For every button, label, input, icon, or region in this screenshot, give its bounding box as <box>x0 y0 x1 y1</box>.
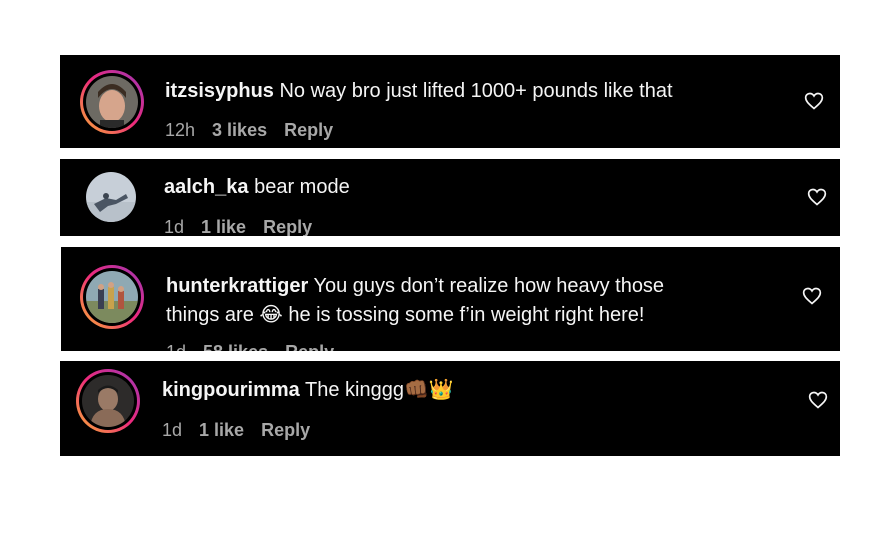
heart-outline-icon[interactable] <box>807 187 827 207</box>
comment-username[interactable]: hunterkrattiger <box>166 275 308 297</box>
reply-button[interactable]: Reply <box>285 342 334 351</box>
comment-time: 1d <box>162 420 183 440</box>
comment-text: No way bro just lifted 1000+ pounds like… <box>279 80 673 102</box>
comment-card: aalch_ka bear mode 1d 1 like Reply <box>60 159 840 236</box>
avatar[interactable] <box>86 172 136 222</box>
avatar[interactable] <box>80 265 144 329</box>
comment-text: The kinggg👊🏾👑 <box>305 379 454 401</box>
comment-likes[interactable]: 1 like <box>199 420 244 440</box>
comment-text-line2: things are 😂 he is tossing some f’in wei… <box>166 304 645 326</box>
comment-username[interactable]: aalch_ka <box>164 176 249 198</box>
comment-time: 12h <box>165 120 196 140</box>
reply-button[interactable]: Reply <box>284 120 333 140</box>
comment-likes[interactable]: 58 likes <box>203 342 268 351</box>
reply-button[interactable]: Reply <box>263 217 312 236</box>
comment-text: bear mode <box>254 176 350 198</box>
comment-likes[interactable]: 3 likes <box>212 120 267 140</box>
comment-username[interactable]: itzsisyphus <box>165 80 274 102</box>
heart-outline-icon[interactable] <box>802 286 822 306</box>
comment-username[interactable]: kingpourimma <box>162 379 300 401</box>
comment-card: itzsisyphus No way bro just lifted 1000+… <box>60 55 840 148</box>
heart-outline-icon[interactable] <box>808 390 828 410</box>
heart-outline-icon[interactable] <box>804 91 824 111</box>
comment-time: 1d <box>166 342 186 351</box>
comment-text: You guys don’t realize how heavy those <box>313 275 665 297</box>
reply-button[interactable]: Reply <box>261 420 310 440</box>
comment-likes[interactable]: 1 like <box>201 217 246 236</box>
avatar[interactable] <box>76 369 140 433</box>
comment-card: hunterkrattiger You guys don’t realize h… <box>61 247 840 351</box>
comment-card: kingpourimma The kinggg👊🏾👑 1d 1 like Reply <box>60 361 840 456</box>
avatar[interactable] <box>80 70 144 134</box>
comment-time: 1d <box>164 217 185 236</box>
